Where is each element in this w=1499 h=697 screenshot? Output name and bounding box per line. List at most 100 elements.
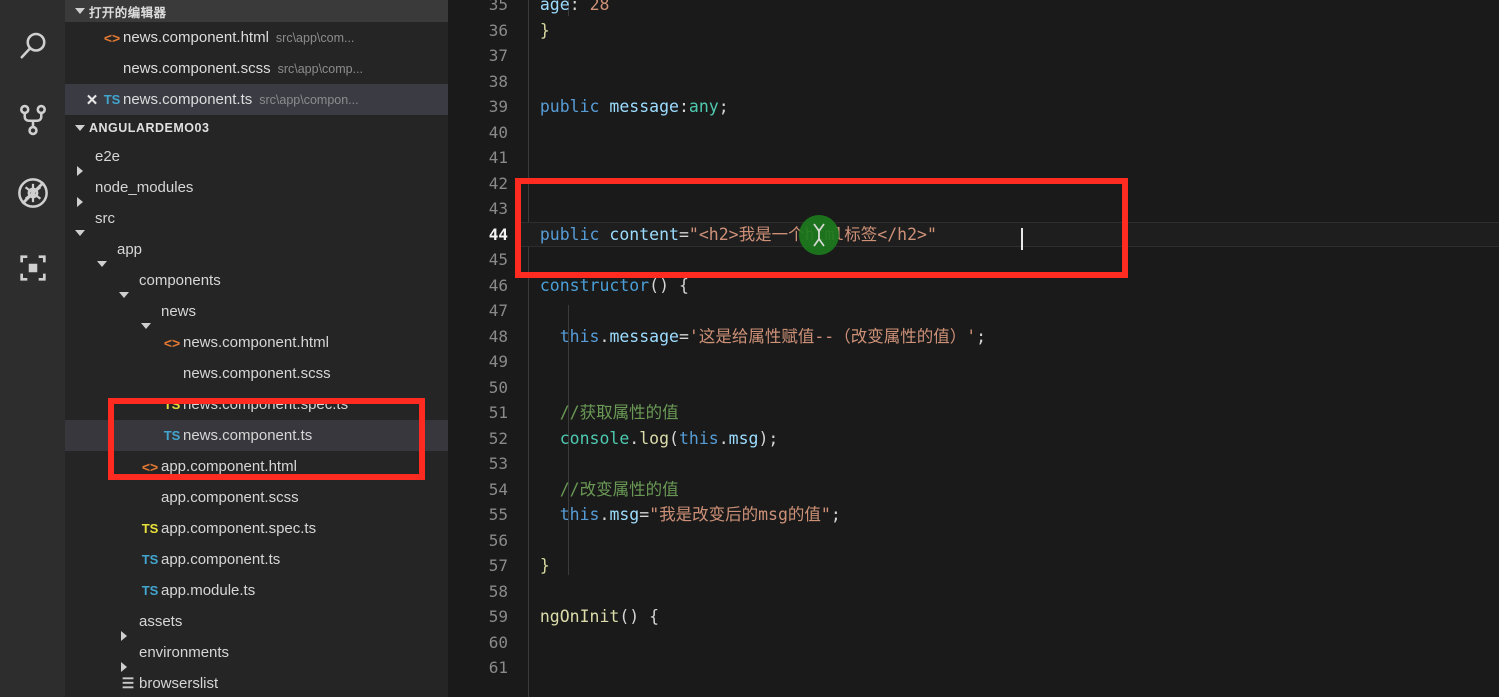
- line-number: 41: [448, 145, 508, 171]
- list-file-icon: ☰: [117, 675, 139, 692]
- tree-row[interactable]: <>news.component.html: [65, 327, 448, 358]
- line-number: 46: [448, 273, 508, 299]
- close-icon[interactable]: ✕: [83, 91, 101, 109]
- tree-row[interactable]: assets: [65, 606, 448, 637]
- code-line[interactable]: [520, 171, 1499, 197]
- html-file-icon: <>: [101, 30, 123, 46]
- code-line[interactable]: [520, 247, 1499, 273]
- tree-row-label: news.component.scss: [183, 365, 331, 382]
- search-icon[interactable]: [0, 18, 65, 74]
- tree-row[interactable]: ☰browserslist: [65, 668, 448, 697]
- code-line[interactable]: ngOnInit() {: [520, 604, 1499, 630]
- open-editor-row[interactable]: <> news.component.html src\app\com...: [65, 22, 448, 53]
- open-editor-row-active[interactable]: ✕ TS news.component.ts src\app\compon...: [65, 84, 448, 115]
- line-number: 36: [448, 18, 508, 44]
- tree-row-selected[interactable]: TSnews.component.ts: [65, 420, 448, 451]
- open-editor-filepath: src\app\comp...: [278, 62, 363, 76]
- scss-file-icon: : [161, 363, 183, 385]
- code-line[interactable]: console.log(this.msg);: [520, 426, 1499, 452]
- file-tree: e2e node_modulessrc app components news <>new…: [65, 141, 448, 697]
- tree-row-label: components: [139, 272, 221, 289]
- code-line[interactable]: [520, 145, 1499, 171]
- tree-row[interactable]: TSapp.component.ts: [65, 544, 448, 575]
- tree-row[interactable]: TSnews.component.spec.ts: [65, 389, 448, 420]
- tree-row[interactable]: <>app.component.html: [65, 451, 448, 482]
- tree-row-label: app.component.ts: [161, 551, 280, 568]
- line-number: 52: [448, 426, 508, 452]
- ts-file-icon: TS: [161, 428, 183, 443]
- tree-row[interactable]: e2e: [65, 141, 448, 172]
- code-content[interactable]: age: 28 } public message:any; public con…: [520, 0, 1499, 697]
- code-line[interactable]: [520, 349, 1499, 375]
- code-line[interactable]: [520, 630, 1499, 656]
- source-control-icon[interactable]: [0, 92, 65, 148]
- code-line[interactable]: }: [520, 553, 1499, 579]
- code-line[interactable]: [520, 196, 1499, 222]
- tree-row[interactable]: TSapp.module.ts: [65, 575, 448, 606]
- code-editor[interactable]: 3536373839404142434445464748495051525354…: [448, 0, 1499, 697]
- line-number-active: 44: [448, 222, 508, 248]
- text-caret: [1021, 228, 1023, 250]
- open-editor-filename: news.component.scss: [123, 60, 271, 77]
- project-root-header[interactable]: ANGULARDEMO03: [65, 115, 448, 141]
- open-editor-row[interactable]:  news.component.scss src\app\comp...: [65, 53, 448, 84]
- code-line[interactable]: this.message='这是给属性赋值--（改变属性的值）';: [520, 324, 1499, 350]
- tree-row[interactable]: environments: [65, 637, 448, 668]
- line-number: 37: [448, 43, 508, 69]
- code-line[interactable]: public message:any;: [520, 94, 1499, 120]
- line-number: 60: [448, 630, 508, 656]
- code-line[interactable]: age: 28: [520, 0, 1499, 18]
- open-editor-filepath: src\app\compon...: [259, 93, 358, 107]
- tree-row[interactable]: TSapp.component.spec.ts: [65, 513, 448, 544]
- line-number: 38: [448, 69, 508, 95]
- tree-row[interactable]: src: [65, 203, 448, 234]
- code-line[interactable]: constructor() {: [520, 273, 1499, 299]
- code-line[interactable]: [520, 451, 1499, 477]
- tree-row-label: news: [161, 303, 196, 320]
- tree-row[interactable]: app.component.scss: [65, 482, 448, 513]
- tree-row-label: node_modules: [95, 179, 193, 196]
- extensions-icon[interactable]: [0, 240, 65, 296]
- line-number: 39: [448, 94, 508, 120]
- spec-file-icon: TS: [139, 521, 161, 536]
- code-line[interactable]: [520, 375, 1499, 401]
- code-line[interactable]: [520, 120, 1499, 146]
- project-root-title: ANGULARDEMO03: [89, 121, 209, 135]
- code-line[interactable]: [520, 655, 1499, 681]
- line-number: 54: [448, 477, 508, 503]
- code-line[interactable]: [520, 69, 1499, 95]
- tree-row[interactable]: node_modules: [65, 172, 448, 203]
- code-line[interactable]: [520, 43, 1499, 69]
- code-line[interactable]: [520, 298, 1499, 324]
- line-number: 57: [448, 553, 508, 579]
- open-editor-filepath: src\app\com...: [276, 31, 355, 45]
- line-number: 53: [448, 451, 508, 477]
- tree-row[interactable]: news: [65, 296, 448, 327]
- tree-row[interactable]: components: [65, 265, 448, 296]
- code-line[interactable]: this.msg="我是改变后的msg的值";: [520, 502, 1499, 528]
- code-comment-line[interactable]: //获取属性的值: [520, 400, 1499, 426]
- tree-row-label: app.component.html: [161, 458, 297, 475]
- tree-row[interactable]: news.component.scss: [65, 358, 448, 389]
- line-number: 42: [448, 171, 508, 197]
- code-comment-line[interactable]: //改变属性的值: [520, 477, 1499, 503]
- tree-row[interactable]: app: [65, 234, 448, 265]
- chevron-down-icon: [73, 122, 85, 134]
- run-debug-icon[interactable]: [0, 165, 65, 221]
- code-line-active[interactable]: public content="<h2>我是一个html标签</h2>": [520, 222, 1499, 248]
- line-number: 43: [448, 196, 508, 222]
- tree-row-label: environments: [139, 644, 229, 661]
- explorer-sidebar: 打开的编辑器 <> news.component.html src\app\co…: [65, 0, 448, 697]
- code-line[interactable]: [520, 579, 1499, 605]
- open-editors-header[interactable]: 打开的编辑器: [65, 0, 448, 22]
- code-line[interactable]: }: [520, 18, 1499, 44]
- line-number: 51: [448, 400, 508, 426]
- tree-row-label: app.component.spec.ts: [161, 520, 316, 537]
- tree-row-label: app: [117, 241, 142, 258]
- tree-row-label: news.component.ts: [183, 427, 312, 444]
- chevron-down-icon: [73, 5, 85, 17]
- line-number: 47: [448, 298, 508, 324]
- line-number: 40: [448, 120, 508, 146]
- code-line[interactable]: [520, 528, 1499, 554]
- ts-file-icon: TS: [139, 583, 161, 598]
